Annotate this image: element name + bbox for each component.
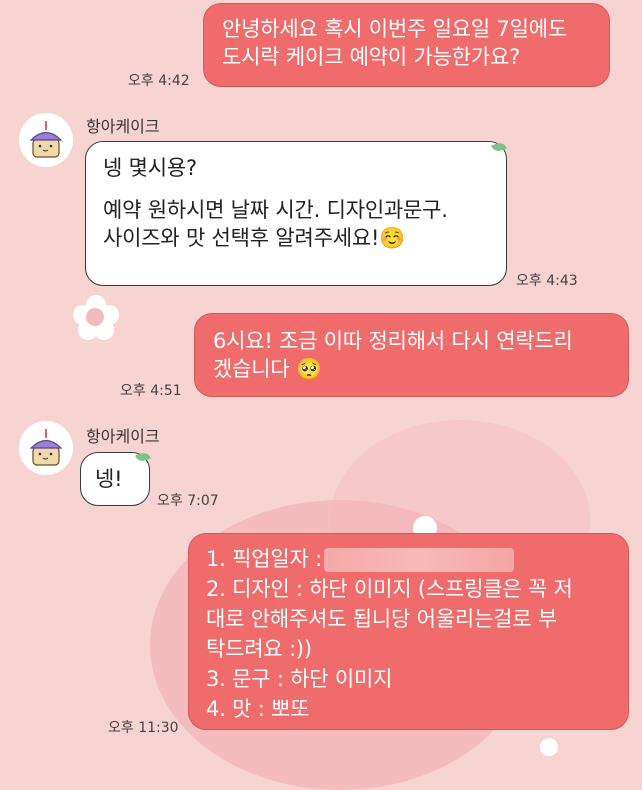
redacted-text (323, 548, 514, 572)
message-text: 안녕하세요 혹시 이번주 일요일 7일에도 (222, 17, 567, 41)
flower-decoration-icon (73, 295, 119, 341)
message-text: 탁드려요 :)) (206, 637, 312, 661)
sender-avatar[interactable] (19, 421, 73, 475)
message-bubble-outgoing[interactable]: 안녕하세요 혹시 이번주 일요일 7일에도 도시락 케이크 예약이 가능한가요? (203, 3, 610, 87)
cake-avatar-icon (20, 114, 72, 166)
message-text: 대로 안해주셔도 됩니당 어울리는걸로 부 (206, 607, 557, 631)
sender-avatar[interactable] (19, 113, 73, 167)
message-text: 넹 몇시용? (103, 156, 197, 180)
dot-decoration (540, 738, 558, 756)
message-timestamp: 오후 4:43 (516, 273, 578, 289)
message-timestamp: 오후 4:42 (128, 73, 190, 89)
sender-name: 항아케이크 (86, 427, 160, 446)
message-text: 1. 픽업일자 : (206, 547, 322, 571)
cake-avatar-icon (20, 422, 72, 474)
message-bubble-incoming[interactable]: 넹 몇시용? 예약 원하시면 날짜 시간. 디자인과문구. 사이즈와 맛 선택후… (85, 141, 507, 286)
message-text: 사이즈와 맛 선택후 알려주세요!☺️ (103, 226, 406, 250)
message-text: 도시락 케이크 예약이 가능한가요? (222, 45, 521, 69)
message-text: 넹! (95, 467, 123, 491)
message-text: 예약 원하시면 날짜 시간. 디자인과문구. (103, 198, 448, 222)
message-spacer (103, 182, 489, 196)
message-bubble-outgoing[interactable]: 1. 픽업일자 : 2. 디자인 : 하단 이미지 (스프링클은 꼭 저 대로 … (188, 533, 629, 730)
message-text: 2. 디자인 : 하단 이미지 (스프링클은 꼭 저 (206, 577, 573, 601)
message-text: 6시요! 조금 이따 정리해서 다시 연락드리 (213, 329, 573, 353)
message-timestamp: 오후 4:51 (120, 383, 182, 399)
message-timestamp: 오후 11:30 (108, 720, 179, 736)
message-text: 겠습니다 🥺 (213, 357, 322, 381)
message-text: 4. 맛 : 뽀또 (206, 697, 310, 721)
pickup-line: 1. 픽업일자 : (206, 544, 611, 574)
message-timestamp: 오후 7:07 (157, 493, 219, 509)
message-text: 3. 문구 : 하단 이미지 (206, 667, 393, 691)
sender-name: 항아케이크 (86, 117, 160, 136)
message-bubble-outgoing[interactable]: 6시요! 조금 이따 정리해서 다시 연락드리 겠습니다 🥺 (194, 313, 629, 397)
